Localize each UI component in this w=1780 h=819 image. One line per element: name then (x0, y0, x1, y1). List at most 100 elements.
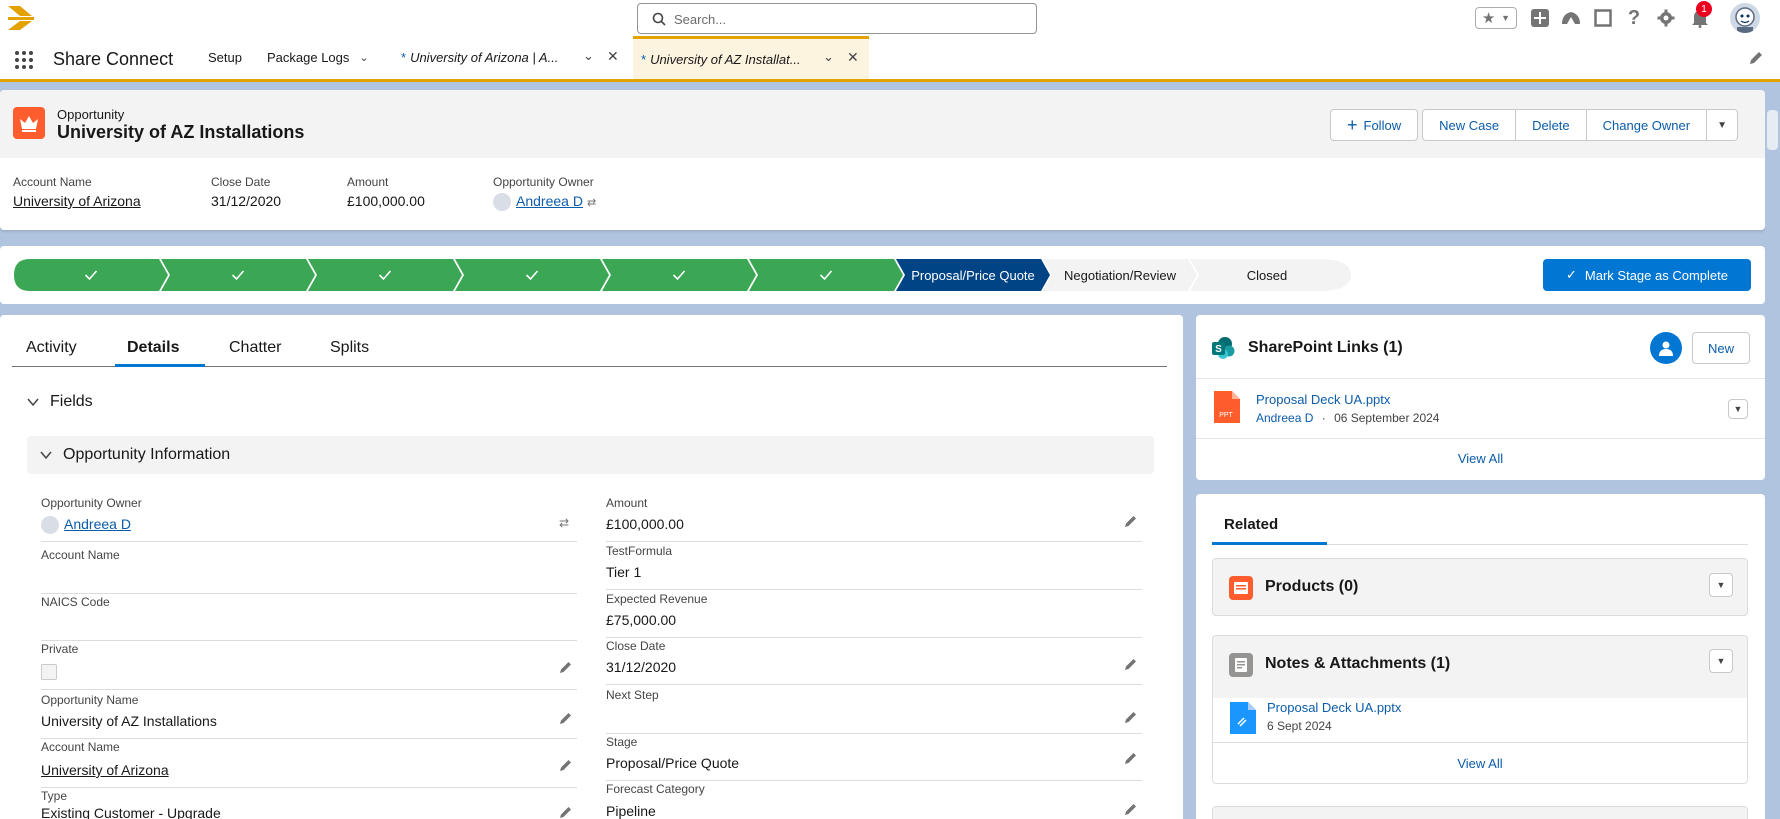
edit-icon[interactable] (1124, 751, 1138, 765)
notes-view-all-link[interactable]: View All (1212, 742, 1748, 784)
trailhead-icon (1562, 12, 1580, 24)
tab-details[interactable]: Details (127, 339, 179, 357)
stage-complete[interactable] (602, 259, 756, 291)
stage-complete[interactable] (749, 259, 903, 291)
sharepoint-view-all-link[interactable]: View All (1196, 451, 1765, 466)
new-case-button[interactable]: New Case (1422, 109, 1517, 141)
mark-complete-label: Mark Stage as Complete (1584, 267, 1728, 283)
products-title[interactable]: Products (0) (1265, 578, 1358, 596)
user-avatar[interactable] (1728, 1, 1762, 35)
setup-button[interactable] (1655, 7, 1677, 29)
chevron-down-icon[interactable]: ⌄ (823, 49, 834, 65)
svg-text:S: S (1215, 344, 1222, 355)
user-avatar-icon (493, 193, 511, 212)
owner-link[interactable]: Andreea D (516, 193, 583, 209)
edit-icon[interactable] (559, 805, 573, 819)
stage-label[interactable]: Proposal/Price Quote (905, 259, 1041, 291)
page-scrollbar[interactable] (1765, 82, 1780, 819)
change-owner-icon[interactable]: ⇄ (559, 516, 573, 530)
field-label: Stage (606, 735, 638, 749)
nav-item-setup[interactable]: Setup (208, 36, 242, 79)
change-owner-icon[interactable]: ⇄ (587, 197, 596, 209)
edit-icon[interactable] (1124, 710, 1138, 724)
private-checkbox (41, 664, 57, 680)
notes-menu-button[interactable]: ▼ (1709, 649, 1733, 673)
edit-icon[interactable] (559, 758, 573, 772)
divider (1196, 438, 1765, 439)
edit-icon[interactable] (559, 660, 573, 674)
user-icon[interactable] (1650, 332, 1682, 364)
edit-icon[interactable] (559, 711, 573, 725)
app-navigation-bar: Share Connect Setup Package Logs ⌄ * Uni… (0, 36, 1780, 82)
add-icon (1531, 9, 1549, 27)
chevron-down-icon: ▼ (1716, 656, 1726, 666)
app-logo-icon[interactable] (6, 4, 38, 32)
scrollbar-thumb[interactable] (1767, 110, 1778, 150)
favorites-button[interactable]: ★ ▼ (1475, 7, 1517, 29)
highlight-opportunity-owner: Opportunity Owner Andreea D ⇄ (493, 175, 596, 212)
sharepoint-file-link[interactable]: Proposal Deck UA.pptx (1256, 392, 1390, 407)
tab-activity[interactable]: Activity (26, 339, 77, 357)
mark-stage-complete-button[interactable]: ✓ Mark Stage as Complete (1543, 259, 1751, 291)
search-input[interactable] (674, 8, 1024, 30)
delete-button[interactable]: Delete (1516, 109, 1587, 141)
stage-complete[interactable] (455, 259, 609, 291)
nav-item-label: Setup (208, 50, 242, 65)
attachment-date: 6 Sept 2024 (1267, 719, 1332, 733)
notes-attachments-title[interactable]: Notes & Attachments (1) (1265, 655, 1450, 673)
account-name-link[interactable]: University of Arizona (41, 762, 169, 778)
help-icon[interactable]: ? (1623, 7, 1645, 29)
new-sharepoint-link-button[interactable]: New (1692, 332, 1750, 364)
stage-complete[interactable] (161, 259, 315, 291)
products-icon (1229, 576, 1253, 600)
related-list-next (1212, 806, 1748, 819)
account-name-link[interactable]: University of Arizona (13, 193, 141, 209)
edit-icon[interactable] (1124, 514, 1138, 528)
field-value: £100,000.00 (606, 516, 684, 532)
chevron-down-icon[interactable]: ⌄ (359, 51, 368, 64)
field-value: £75,000.00 (606, 612, 677, 628)
tab-chatter[interactable]: Chatter (229, 339, 281, 357)
file-menu-button[interactable]: ▼ (1728, 399, 1748, 419)
stage-complete[interactable] (308, 259, 462, 291)
attachment-file-link[interactable]: Proposal Deck UA.pptx (1267, 700, 1401, 715)
field-label: TestFormula (606, 544, 673, 558)
edit-nav-icon[interactable] (1748, 50, 1764, 66)
file-owner-link[interactable]: Andreea D (1256, 411, 1313, 425)
chevron-down-icon[interactable]: ⌄ (583, 48, 594, 64)
follow-button[interactable]: + Follow (1330, 109, 1419, 141)
products-menu-button[interactable]: ▼ (1709, 573, 1733, 597)
nav-item-package-logs[interactable]: Package Logs ⌄ (267, 36, 369, 79)
field-value: Pipeline (606, 803, 656, 819)
stage-label[interactable]: Negotiation/Review (1052, 259, 1188, 291)
global-search[interactable] (637, 3, 1037, 34)
close-icon[interactable]: ✕ (607, 48, 619, 65)
more-actions-button[interactable]: ▼ (1707, 109, 1738, 141)
divider (1196, 378, 1765, 379)
change-owner-button[interactable]: Change Owner (1586, 109, 1708, 141)
chevron-down-icon: ▼ (1733, 404, 1743, 414)
field-label: Account Name (41, 740, 120, 754)
tab-splits[interactable]: Splits (330, 339, 369, 357)
fields-section-toggle[interactable]: Fields (26, 393, 93, 411)
edit-icon[interactable] (1124, 802, 1138, 816)
tab-related[interactable]: Related (1224, 516, 1278, 533)
opportunity-information-section[interactable]: Opportunity Information (27, 436, 1154, 474)
tab-university-of-arizona[interactable]: * University of Arizona | A... ⌄ ✕ (393, 36, 625, 79)
chevron-down-icon: ▼ (1501, 13, 1511, 23)
trailhead-button[interactable] (1560, 7, 1582, 29)
highlight-account-name: Account Name University of Arizona (13, 175, 141, 209)
global-create-button[interactable] (1529, 7, 1551, 29)
stage-label[interactable]: Closed (1199, 259, 1335, 291)
svg-text:PPT: PPT (1219, 412, 1233, 419)
close-icon[interactable]: ✕ (847, 49, 859, 66)
owner-link[interactable]: Andreea D (64, 516, 131, 532)
edit-icon[interactable] (1124, 657, 1138, 671)
app-launcher-icon[interactable] (14, 50, 34, 70)
guidance-button[interactable] (1592, 7, 1614, 29)
global-header: ★ ▼ ? 1 (0, 0, 1780, 36)
stage-complete[interactable] (14, 259, 168, 291)
tab-university-of-az-installations[interactable]: * University of AZ Installat... ⌄ ✕ (633, 36, 869, 79)
field-close-date: Close Date 31/12/2020 (606, 639, 1142, 685)
attachment-file-icon (1230, 702, 1256, 734)
